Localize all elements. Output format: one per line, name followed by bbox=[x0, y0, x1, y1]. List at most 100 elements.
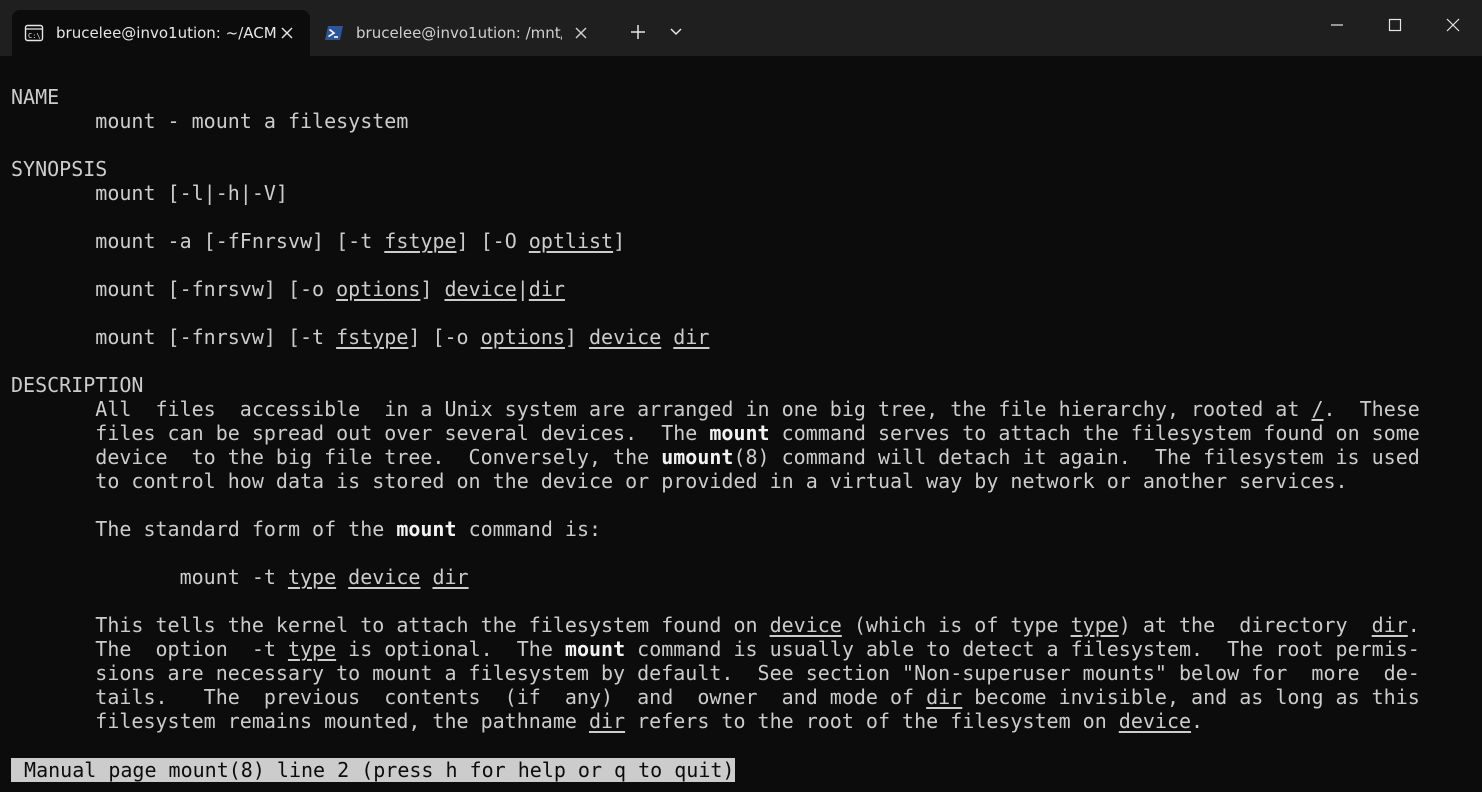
underlined-text: / bbox=[1311, 397, 1324, 421]
underlined-text: device bbox=[348, 565, 421, 589]
chevron-down-icon bbox=[670, 28, 682, 36]
terminal-line: DESCRIPTION bbox=[11, 373, 143, 397]
text-segment: This tells the kernel to attach the file… bbox=[11, 613, 770, 637]
text-segment: mount -a [-fFnrsvw] [-t bbox=[11, 229, 385, 253]
terminal-line: mount -t type device dir bbox=[11, 565, 469, 589]
terminal-line: NAME bbox=[11, 85, 59, 109]
text-segment: mount [-fnrsvw] [-o bbox=[11, 277, 337, 301]
text-segment: become invisible, and as long as this bbox=[962, 685, 1420, 709]
bold-text: umount bbox=[661, 445, 734, 469]
svg-text:C:\: C:\ bbox=[28, 32, 41, 40]
text-segment: . These bbox=[1323, 397, 1420, 421]
close-tab-icon[interactable] bbox=[572, 24, 590, 42]
terminal-line: to control how data is stored on the dev… bbox=[11, 469, 1348, 493]
text-segment: The standard form of the bbox=[11, 517, 397, 541]
underlined-text: fstype bbox=[336, 325, 409, 349]
terminal-line: mount [-fnrsvw] [-t fstype] [-o options]… bbox=[11, 325, 709, 349]
minimize-icon bbox=[1331, 24, 1343, 26]
text-segment: ] [-O bbox=[456, 229, 529, 253]
text-segment: ] bbox=[564, 325, 589, 349]
text-segment: ] [-o bbox=[408, 325, 481, 349]
terminal-line: filesystem remains mounted, the pathname… bbox=[11, 709, 1203, 733]
text-segment bbox=[420, 565, 432, 589]
bold-text: mount bbox=[396, 517, 457, 541]
text-segment: ) at the directory bbox=[1118, 613, 1372, 637]
text-segment: to control how data is stored on the dev… bbox=[11, 469, 1348, 493]
underlined-text: options bbox=[480, 325, 565, 349]
tab-mnt-c[interactable]: brucelee@invo1ution: /mnt/c/U bbox=[312, 10, 604, 56]
underlined-text: type bbox=[287, 637, 337, 661]
text-segment bbox=[336, 565, 348, 589]
terminal-line: tails. The previous contents (if any) an… bbox=[11, 685, 1420, 709]
terminal-line: All files accessible in a Unix system ar… bbox=[11, 397, 1420, 421]
text-segment: device to the big file tree. Conversely,… bbox=[11, 445, 662, 469]
title-bar: C:\ brucelee@invo1ution: ~/ACM brucelee@… bbox=[0, 0, 1482, 56]
terminal-icon: C:\ bbox=[24, 23, 44, 43]
underlined-text: type bbox=[287, 565, 337, 589]
underlined-text: dir bbox=[528, 277, 565, 301]
tab-dropdown-button[interactable] bbox=[660, 16, 692, 48]
new-tab-button[interactable] bbox=[622, 16, 654, 48]
bold-text: mount bbox=[709, 421, 770, 445]
text-segment: . bbox=[1407, 613, 1420, 637]
terminal-line: mount [-l|-h|-V] bbox=[11, 181, 288, 205]
underlined-text: dir bbox=[926, 685, 963, 709]
text-segment: mount [-fnrsvw] [-t bbox=[11, 325, 337, 349]
maximize-button[interactable] bbox=[1366, 0, 1424, 50]
terminal-line: This tells the kernel to attach the file… bbox=[11, 613, 1420, 637]
underlined-text: dir bbox=[588, 709, 626, 733]
text-segment: ] bbox=[613, 229, 626, 253]
underlined-text: optlist bbox=[528, 229, 614, 253]
text-segment: files can be spread out over several dev… bbox=[11, 421, 710, 445]
plus-icon bbox=[631, 25, 645, 39]
underlined-text: dir bbox=[1371, 613, 1408, 637]
text-segment: filesystem remains mounted, the pathname bbox=[11, 709, 589, 733]
text-segment: (8) command will detach it again. The fi… bbox=[733, 445, 1420, 469]
text-segment: sions are necessary to mount a filesyste… bbox=[11, 661, 1420, 685]
text-segment: mount - mount a filesystem bbox=[11, 109, 409, 133]
text-segment: is optional. The bbox=[336, 637, 565, 661]
underlined-text: device bbox=[589, 325, 662, 349]
terminal-line: mount - mount a filesystem bbox=[11, 109, 408, 133]
underlined-text: options bbox=[336, 277, 421, 301]
text-segment: . bbox=[1191, 709, 1204, 733]
underlined-text: device bbox=[1118, 709, 1192, 733]
tab-title: brucelee@invo1ution: ~/ACM bbox=[56, 24, 276, 42]
terminal-line: files can be spread out over several dev… bbox=[11, 421, 1420, 445]
text-segment: DESCRIPTION bbox=[11, 373, 144, 397]
text-segment: tails. The previous contents (if any) an… bbox=[11, 685, 927, 709]
pager-status-bar: Manual page mount(8) line 2 (press h for… bbox=[11, 758, 736, 782]
text-segment: (which is of type bbox=[841, 613, 1071, 637]
text-segment: SYNOPSIS bbox=[11, 157, 108, 181]
underlined-text: dir bbox=[432, 565, 469, 589]
close-icon bbox=[1446, 18, 1460, 32]
text-segment: NAME bbox=[11, 85, 60, 109]
close-window-button[interactable] bbox=[1424, 0, 1482, 50]
underlined-text: fstype bbox=[384, 229, 457, 253]
maximize-icon bbox=[1388, 18, 1402, 32]
underlined-text: device bbox=[444, 277, 517, 301]
text-segment: refers to the root of the filesystem on bbox=[625, 709, 1119, 733]
text-segment bbox=[661, 325, 673, 349]
underlined-text: type bbox=[1070, 613, 1119, 637]
text-segment: command is: bbox=[456, 517, 602, 541]
terminal-output[interactable]: NAME mount - mount a filesystem SYNOPSIS … bbox=[0, 56, 1482, 792]
text-segment: The option -t bbox=[11, 637, 288, 661]
underlined-text: dir bbox=[673, 325, 710, 349]
minimize-button[interactable] bbox=[1308, 0, 1366, 50]
terminal-line: sions are necessary to mount a filesyste… bbox=[11, 661, 1420, 685]
text-segment: command is usually able to detect a file… bbox=[625, 637, 1420, 661]
close-tab-icon[interactable] bbox=[278, 24, 296, 42]
tab-acm[interactable]: C:\ brucelee@invo1ution: ~/ACM bbox=[12, 10, 310, 56]
powershell-icon bbox=[324, 23, 344, 43]
tab-title: brucelee@invo1ution: /mnt/c/U bbox=[356, 24, 562, 42]
terminal-line: SYNOPSIS bbox=[11, 157, 107, 181]
text-segment: mount -t bbox=[11, 565, 288, 589]
bold-text: mount bbox=[564, 637, 626, 661]
text-segment: mount [-l|-h|-V] bbox=[11, 181, 288, 205]
terminal-line: The option -t type is optional. The moun… bbox=[11, 637, 1420, 661]
terminal-line: mount -a [-fFnrsvw] [-t fstype] [-O optl… bbox=[11, 229, 625, 253]
text-segment: ] bbox=[420, 277, 445, 301]
text-segment: All files accessible in a Unix system ar… bbox=[11, 397, 1312, 421]
text-segment: command serves to attach the filesystem … bbox=[769, 421, 1420, 445]
